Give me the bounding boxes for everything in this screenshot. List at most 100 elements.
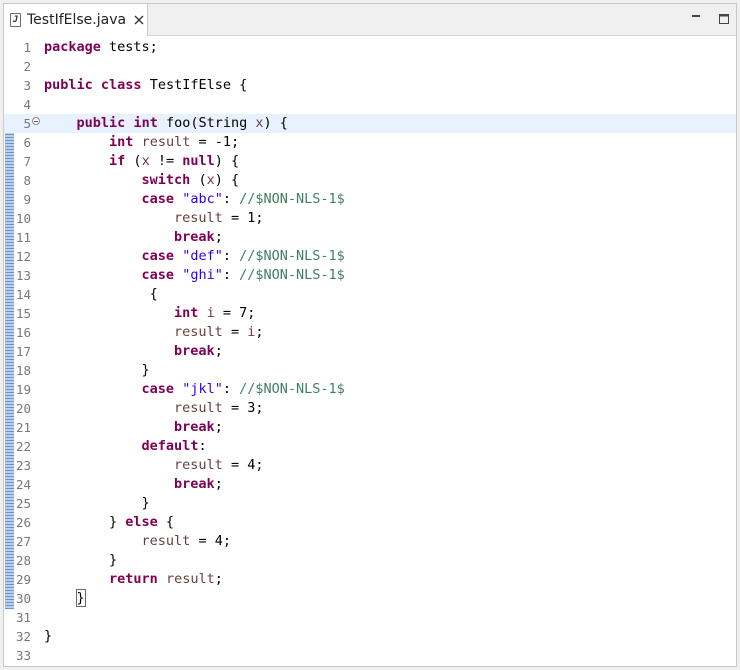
maximize-icon[interactable] bbox=[718, 13, 730, 25]
code-text: case "ghi": //$NON-NLS-1$ bbox=[141, 267, 345, 283]
code-line[interactable]: 22 default: bbox=[4, 437, 736, 456]
code-text: break; bbox=[174, 343, 223, 359]
line-number: 19 bbox=[15, 382, 31, 397]
line-number: 21 bbox=[15, 420, 31, 435]
code-line[interactable]: 28 } bbox=[4, 551, 736, 570]
code-text: } else { bbox=[44, 514, 175, 530]
code-line[interactable]: 6 int result = -1; bbox=[4, 133, 736, 152]
code-line[interactable]: 33 bbox=[4, 646, 736, 665]
code-line[interactable]: 26 } else { bbox=[4, 513, 736, 532]
code-line[interactable]: 9 case "abc": //$NON-NLS-1$ bbox=[4, 190, 736, 209]
code-text: break; bbox=[174, 419, 223, 435]
code-line[interactable]: 20 result = 3; bbox=[4, 399, 736, 418]
minimize-icon[interactable] bbox=[690, 13, 702, 25]
code-line[interactable]: 10 result = 1; bbox=[4, 209, 736, 228]
code-line[interactable]: 12 case "def": //$NON-NLS-1$ bbox=[4, 247, 736, 266]
code-line[interactable]: 29 return result; bbox=[4, 570, 736, 589]
code-text: package tests; bbox=[44, 39, 158, 55]
close-icon[interactable] bbox=[133, 14, 145, 26]
code-line[interactable]: 27 result = 4; bbox=[4, 532, 736, 551]
code-line[interactable]: 14 { bbox=[4, 285, 736, 304]
line-number: 32 bbox=[15, 629, 31, 644]
code-line[interactable]: 3 public class TestIfElse { bbox=[4, 76, 736, 95]
code-text: public int foo(String x) { bbox=[76, 115, 288, 131]
code-text: int result = -1; bbox=[109, 134, 240, 150]
code-line[interactable]: 21 break; bbox=[4, 418, 736, 437]
line-number: 10 bbox=[15, 211, 31, 226]
code-line[interactable]: 4 bbox=[4, 95, 736, 114]
code-line[interactable]: 32} bbox=[4, 627, 736, 646]
line-number: 26 bbox=[15, 515, 31, 530]
code-line[interactable]: 1 package tests; bbox=[4, 38, 736, 57]
code-line[interactable]: 17 break; bbox=[4, 342, 736, 361]
tab-filename: TestIfElse.java bbox=[27, 12, 127, 28]
line-number: 15 bbox=[15, 306, 31, 321]
line-number: 20 bbox=[15, 401, 31, 416]
code-line[interactable]: 2 bbox=[4, 57, 736, 76]
code-line[interactable]: 8 switch (x) { bbox=[4, 171, 736, 190]
line-number: 7 bbox=[23, 154, 31, 169]
code-line[interactable]: 30 } bbox=[4, 589, 736, 608]
editor-tab-bar: J TestIfElse.java bbox=[4, 4, 736, 36]
code-text: result = 4; bbox=[174, 457, 264, 473]
java-file-icon: J bbox=[10, 13, 21, 27]
line-number: 14 bbox=[15, 287, 31, 302]
line-number: 13 bbox=[15, 268, 31, 283]
code-text: result = i; bbox=[174, 324, 264, 340]
code-line[interactable]: 31 bbox=[4, 608, 736, 627]
editor-tab-testifelse[interactable]: J TestIfElse.java bbox=[4, 4, 148, 36]
line-number: 33 bbox=[15, 648, 31, 663]
line-number: 29 bbox=[15, 572, 31, 587]
code-line[interactable]: 15 int i = 7; bbox=[4, 304, 736, 323]
code-line[interactable]: 13 case "ghi": //$NON-NLS-1$ bbox=[4, 266, 736, 285]
window-controls bbox=[690, 13, 730, 25]
code-line[interactable]: 23 result = 4; bbox=[4, 456, 736, 475]
line-number: 23 bbox=[15, 458, 31, 473]
code-line[interactable]: 5 public int foo(String x) { bbox=[4, 114, 736, 133]
code-text: int i = 7; bbox=[174, 305, 256, 321]
line-number: 11 bbox=[15, 230, 31, 245]
line-number: 24 bbox=[15, 477, 31, 492]
code-line[interactable]: 7 if (x != null) { bbox=[4, 152, 736, 171]
line-number: 5 bbox=[23, 116, 31, 131]
code-line[interactable]: 11 break; bbox=[4, 228, 736, 247]
code-text: } bbox=[44, 589, 86, 608]
line-number: 31 bbox=[15, 610, 31, 625]
line-number: 12 bbox=[15, 249, 31, 264]
code-text: switch (x) { bbox=[141, 172, 240, 188]
line-number: 27 bbox=[15, 534, 31, 549]
line-number: 8 bbox=[23, 173, 31, 188]
code-line[interactable]: 19 case "jkl": //$NON-NLS-1$ bbox=[4, 380, 736, 399]
code-text: result = 4; bbox=[141, 533, 231, 549]
code-line[interactable]: 16 result = i; bbox=[4, 323, 736, 342]
code-line[interactable]: 25 } bbox=[4, 494, 736, 513]
line-number: 22 bbox=[15, 439, 31, 454]
code-text: case "jkl": //$NON-NLS-1$ bbox=[141, 381, 345, 397]
code-text: { bbox=[44, 286, 158, 302]
matching-bracket: } bbox=[75, 589, 86, 607]
line-number: 30 bbox=[15, 591, 31, 606]
code-text: result = 3; bbox=[174, 400, 264, 416]
line-number: 28 bbox=[15, 553, 31, 568]
code-text: case "abc": //$NON-NLS-1$ bbox=[141, 191, 345, 207]
code-text: default: bbox=[141, 438, 207, 454]
line-number: 2 bbox=[23, 59, 31, 74]
line-number: 25 bbox=[15, 496, 31, 511]
code-text: } bbox=[44, 552, 118, 568]
line-number: 4 bbox=[23, 97, 31, 112]
line-number: 3 bbox=[23, 78, 31, 93]
code-text: public class TestIfElse { bbox=[44, 77, 248, 93]
line-number: 18 bbox=[15, 363, 31, 378]
code-text: break; bbox=[174, 229, 223, 245]
code-text: break; bbox=[174, 476, 223, 492]
code-text: } bbox=[44, 495, 150, 511]
code-area[interactable]: 1 package tests; 2 3 public class TestIfElse… bbox=[4, 38, 736, 668]
code-line[interactable]: 18 } bbox=[4, 361, 736, 380]
fold-collapse-icon[interactable] bbox=[32, 117, 40, 125]
line-number: 16 bbox=[15, 325, 31, 340]
code-line[interactable]: 24 break; bbox=[4, 475, 736, 494]
line-number: 9 bbox=[23, 192, 31, 207]
code-text: result = 1; bbox=[174, 210, 264, 226]
line-number: 1 bbox=[23, 40, 31, 55]
code-text: } bbox=[44, 628, 53, 644]
